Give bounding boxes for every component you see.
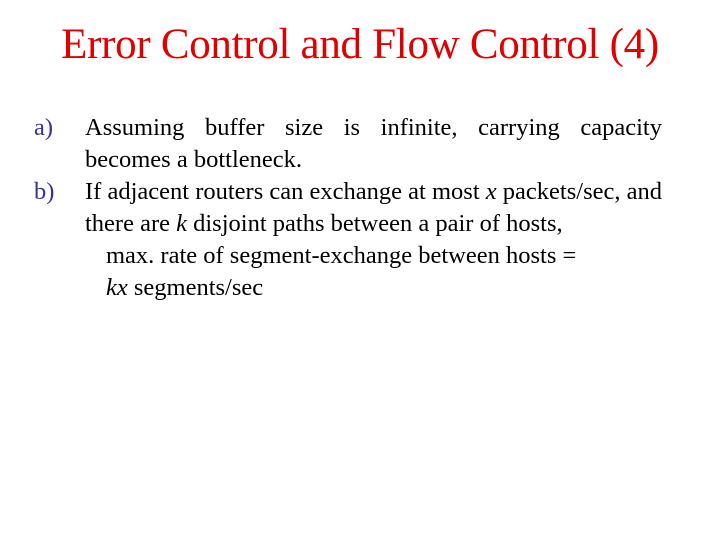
slide-title: Error Control and Flow Control (4) — [61, 21, 659, 68]
list-marker: b) — [34, 178, 55, 205]
result-statement: max. rate of segment-exchange between ho… — [34, 240, 662, 304]
variable-kx: kx — [106, 274, 128, 301]
result-line-2: kx segments/sec — [106, 272, 662, 304]
list-item-b: b) If adjacent routers can exchange at m… — [34, 176, 662, 240]
list-item-text: Assuming buffer size is infinite, carryi… — [85, 114, 662, 173]
list-marker: a) — [34, 114, 54, 141]
variable-x: x — [485, 178, 497, 205]
text-segment: disjoint paths between a pair of hosts, — [187, 210, 563, 237]
text-segment: If adjacent routers can exchange at most — [85, 178, 486, 205]
list-item-a: a) Assuming buffer size is infinite, car… — [34, 112, 662, 176]
variable-k: k — [176, 210, 187, 237]
text-segment: segments/sec — [127, 274, 264, 301]
slide-content: a) Assuming buffer size is infinite, car… — [34, 112, 662, 304]
result-line-1: max. rate of segment-exchange between ho… — [106, 242, 577, 269]
list-item-text: If adjacent routers can exchange at most… — [85, 176, 662, 240]
